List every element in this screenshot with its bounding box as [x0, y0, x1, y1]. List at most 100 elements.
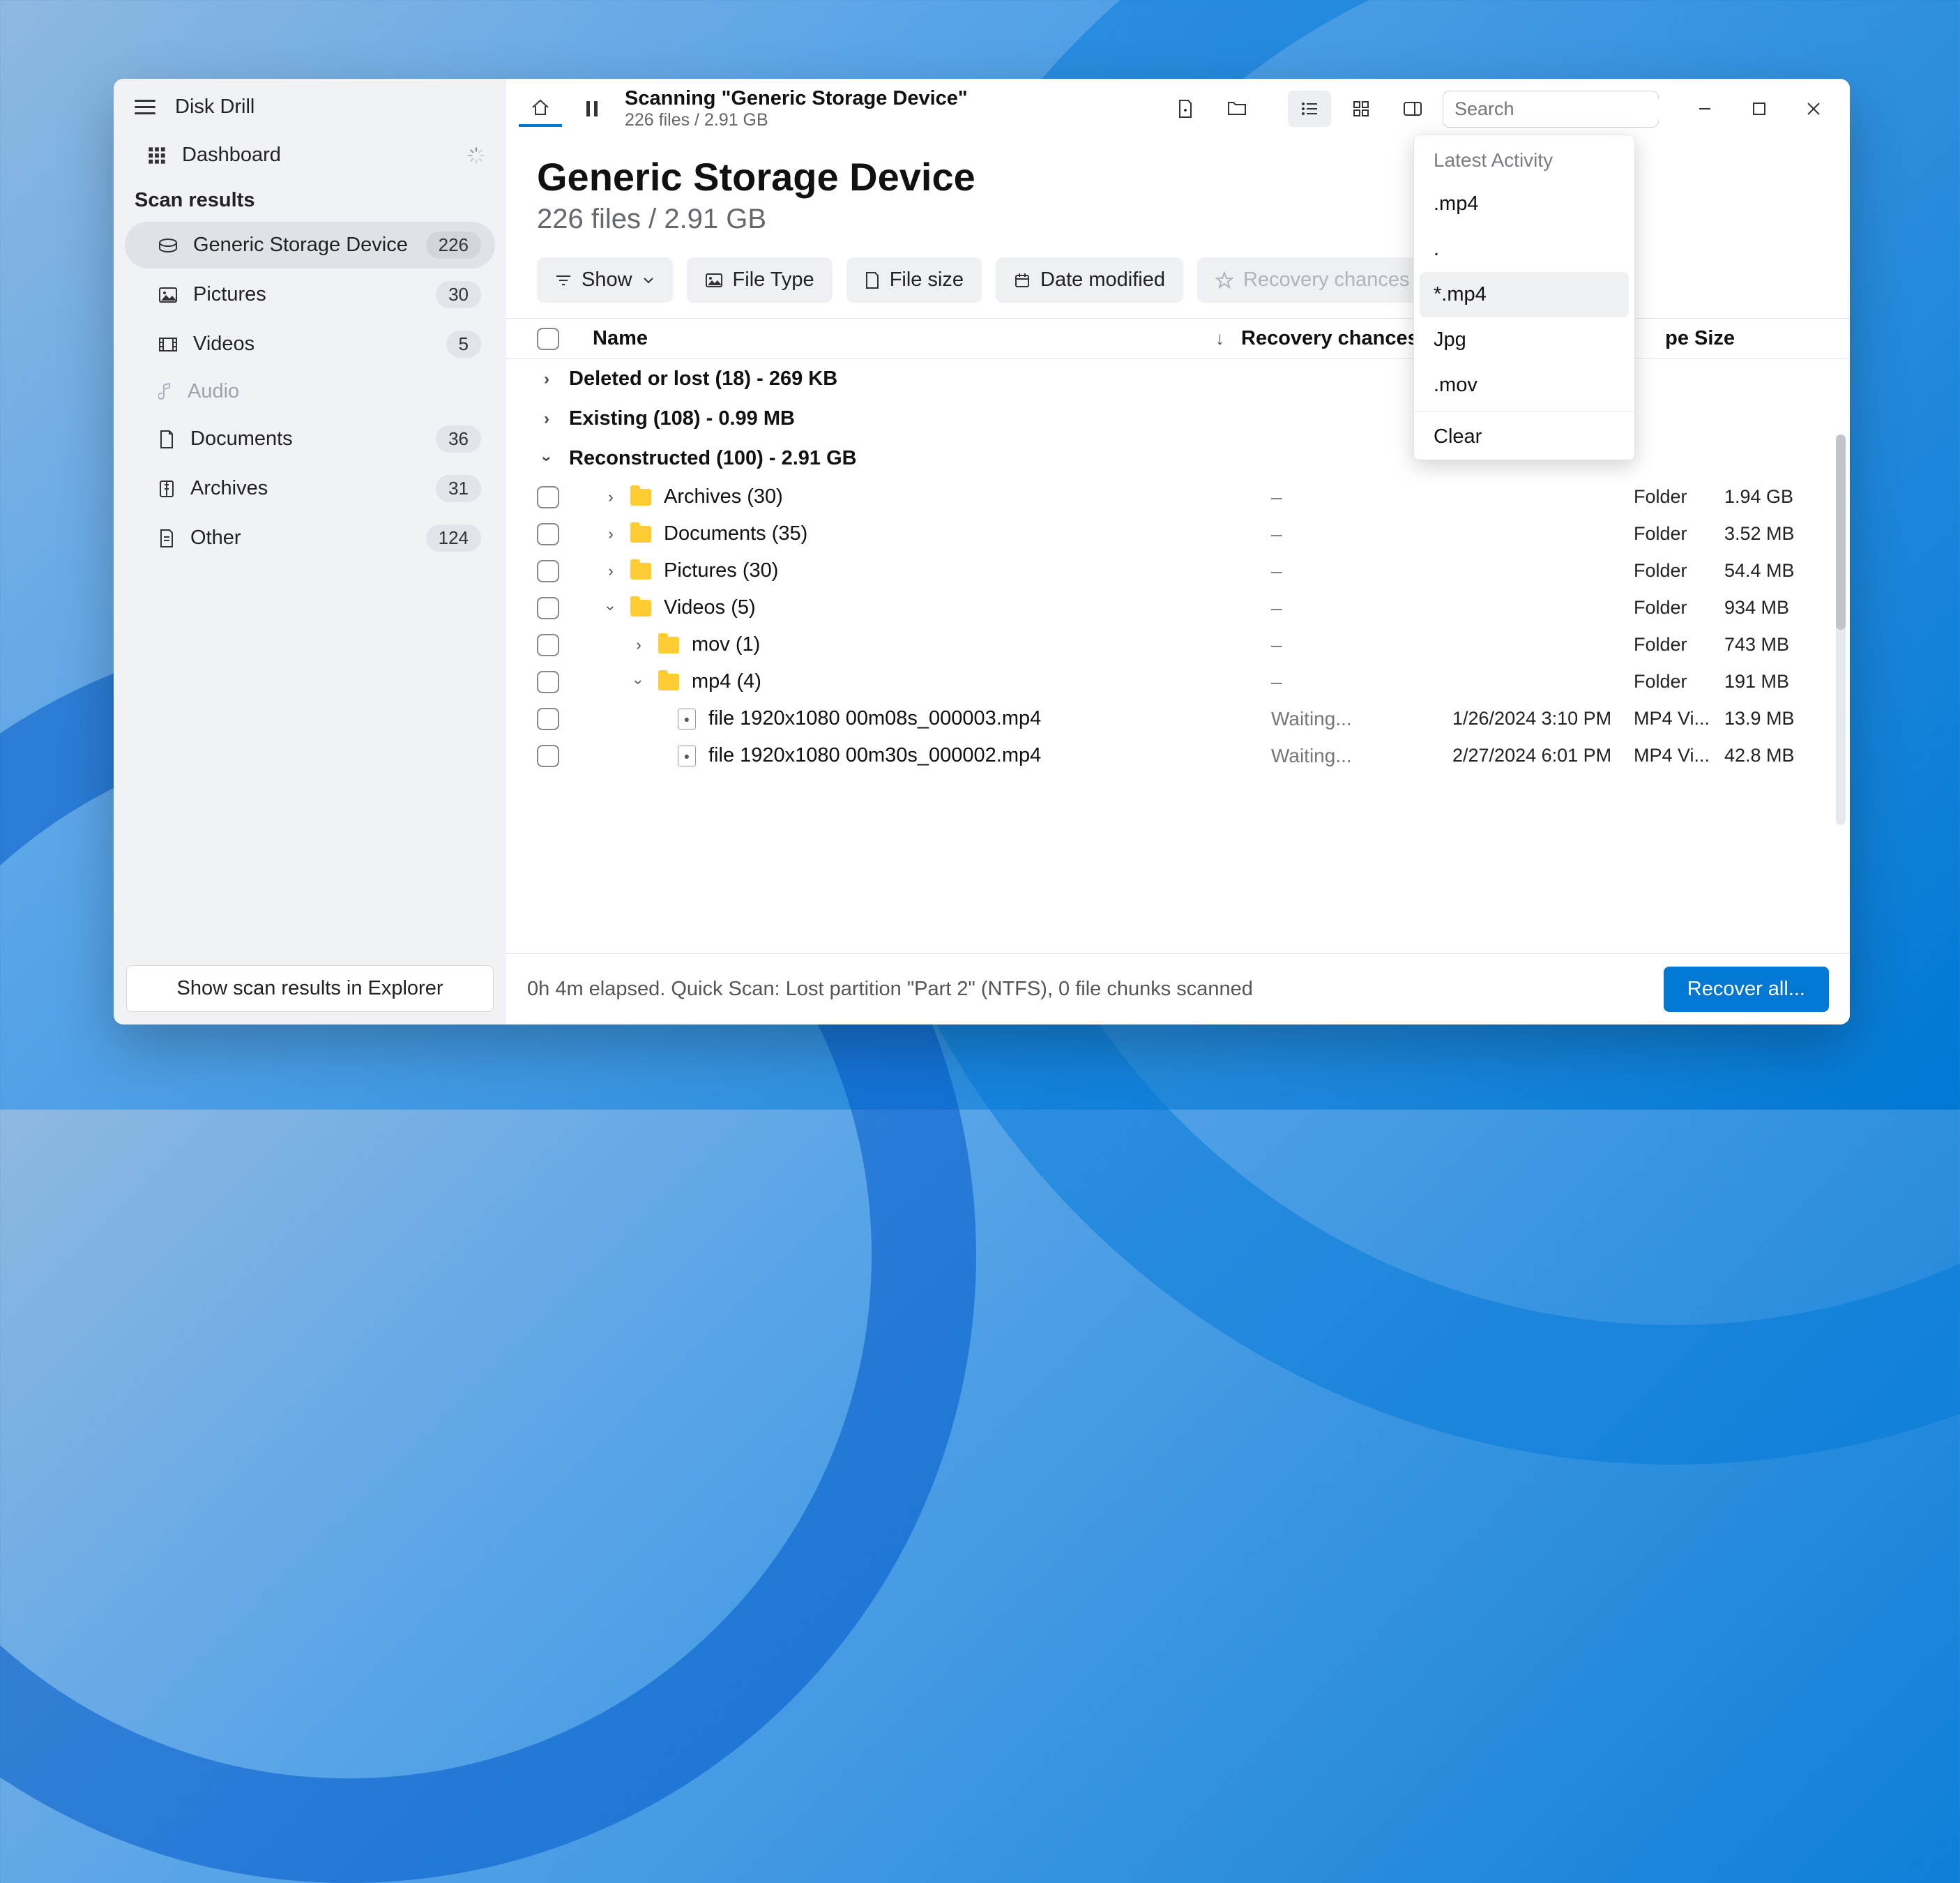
search-box[interactable]: [1443, 91, 1659, 128]
sidebar-item-device[interactable]: Generic Storage Device 226: [125, 222, 495, 269]
folder-button[interactable]: [1215, 91, 1259, 127]
table-row[interactable]: › Videos (5) – Folder 934 MB: [506, 589, 1839, 626]
row-recovery: –: [1271, 486, 1452, 508]
col-name-header[interactable]: Name: [593, 327, 648, 350]
dropdown-item[interactable]: .mp4: [1414, 181, 1634, 227]
device-header: Generic Storage Device 226 files / 2.91 …: [506, 130, 1850, 248]
pause-button[interactable]: [570, 91, 614, 127]
row-checkbox[interactable]: [537, 671, 559, 693]
scrollbar[interactable]: [1836, 434, 1846, 825]
close-button[interactable]: [1804, 99, 1823, 119]
filter-icon: [555, 273, 572, 287]
split-view-button[interactable]: [1391, 91, 1434, 127]
list-icon: [1300, 101, 1319, 116]
select-all-checkbox[interactable]: [537, 328, 559, 350]
row-checkbox[interactable]: [537, 634, 559, 656]
list-view-button[interactable]: [1288, 91, 1331, 127]
maximize-button[interactable]: [1749, 99, 1769, 119]
row-checkbox[interactable]: [537, 745, 559, 767]
search-dropdown: Latest Activity .mp4 . *.mp4 Jpg .mov Cl…: [1413, 135, 1635, 460]
sidebar-badge: 30: [436, 281, 481, 308]
scan-title: Scanning "Generic Storage Device": [625, 87, 968, 110]
row-checkbox[interactable]: [537, 523, 559, 545]
sidebar-item-audio[interactable]: Audio: [125, 370, 495, 413]
chevron-right-icon[interactable]: ›: [629, 636, 648, 654]
group-existing[interactable]: › Existing (108) - 0.99 MB: [506, 399, 1839, 439]
table-row[interactable]: › Documents (35) – Folder 3.52 MB: [506, 515, 1839, 552]
sidebar-item-videos[interactable]: Videos 5: [125, 321, 495, 368]
row-type: Folder: [1634, 634, 1724, 656]
grid-view-button[interactable]: [1339, 91, 1383, 127]
sidebar-item-archives[interactable]: Archives 31: [125, 465, 495, 512]
row-recovery: –: [1271, 560, 1452, 582]
row-type: Folder: [1634, 671, 1724, 693]
show-in-explorer-button[interactable]: Show scan results in Explorer: [126, 965, 494, 1012]
dropdown-item[interactable]: Jpg: [1414, 317, 1634, 363]
chevron-right-icon[interactable]: ›: [601, 562, 621, 580]
audio-icon: [158, 382, 172, 402]
row-checkbox[interactable]: [537, 708, 559, 730]
chevron-right-icon[interactable]: ›: [601, 488, 621, 506]
search-input[interactable]: [1454, 98, 1701, 120]
chevron-down-icon[interactable]: ›: [630, 672, 648, 692]
sidebar-item-other[interactable]: Other 124: [125, 515, 495, 561]
file-list: › Deleted or lost (18) - 269 KB › Existi…: [506, 359, 1850, 953]
row-name: file 1920x1080 00m30s_000002.mp4: [708, 744, 1041, 767]
filter-show[interactable]: Show: [537, 257, 673, 303]
folder-icon: [630, 563, 651, 580]
home-icon: [530, 98, 551, 117]
sidebar-badge: 226: [426, 232, 481, 259]
group-reconstructed[interactable]: › Reconstructed (100) - 2.91 GB: [506, 439, 1839, 478]
sidebar-item-documents[interactable]: Documents 36: [125, 416, 495, 462]
col-recovery-header[interactable]: Recovery chances: [1241, 327, 1422, 350]
table-row[interactable]: › Pictures (30) – Folder 54.4 MB: [506, 552, 1839, 589]
table-row[interactable]: ● file 1920x1080 00m08s_000003.mp4 Waiti…: [506, 700, 1839, 737]
sidebar-badge: 124: [426, 524, 481, 552]
home-button[interactable]: [519, 91, 562, 127]
minimize-button[interactable]: [1695, 99, 1715, 119]
video-file-icon: ●: [678, 746, 696, 766]
column-headers: Name ↓ Recovery chances pe Size: [506, 318, 1850, 359]
table-row[interactable]: › mp4 (4) – Folder 191 MB: [506, 663, 1839, 700]
dashboard-icon: [147, 146, 167, 165]
filter-file-size[interactable]: File size: [846, 257, 982, 303]
sidebar-dashboard[interactable]: Dashboard: [114, 134, 506, 176]
menu-icon[interactable]: [135, 100, 155, 114]
filter-date-modified[interactable]: Date modified: [996, 257, 1183, 303]
row-name: Videos (5): [664, 596, 756, 619]
folder-icon: [630, 489, 651, 506]
table-row[interactable]: › Archives (30) – Folder 1.94 GB: [506, 478, 1839, 515]
dropdown-header: Latest Activity: [1414, 135, 1634, 181]
sidebar-item-pictures[interactable]: Pictures 30: [125, 271, 495, 318]
chevron-right-icon[interactable]: ›: [601, 525, 621, 543]
filter-recovery-chances[interactable]: Recovery chances: [1197, 257, 1428, 303]
scrollbar-thumb[interactable]: [1836, 434, 1846, 630]
grid-icon: [1353, 100, 1369, 117]
dropdown-item[interactable]: .: [1414, 227, 1634, 272]
dropdown-item[interactable]: .mov: [1414, 363, 1634, 408]
col-size-header[interactable]: Size: [1694, 327, 1778, 350]
calendar-icon: [1014, 272, 1031, 289]
dropdown-item[interactable]: *.mp4: [1420, 272, 1629, 317]
chevron-down-icon[interactable]: ›: [602, 598, 620, 618]
row-checkbox[interactable]: [537, 486, 559, 508]
recover-all-button[interactable]: Recover all...: [1664, 967, 1829, 1012]
new-file-button[interactable]: [1164, 91, 1207, 127]
sidebar-item-label: Audio: [188, 380, 481, 403]
table-row[interactable]: ● file 1920x1080 00m30s_000002.mp4 Waiti…: [506, 737, 1839, 774]
row-name: Archives (30): [664, 485, 783, 508]
row-name: file 1920x1080 00m08s_000003.mp4: [708, 707, 1041, 730]
sidebar-badge: 36: [436, 425, 481, 453]
split-icon: [1403, 101, 1422, 116]
archive-icon: [158, 479, 175, 499]
filter-file-type[interactable]: File Type: [687, 257, 833, 303]
row-size: 13.9 MB: [1724, 708, 1808, 729]
dropdown-clear[interactable]: Clear: [1414, 414, 1634, 460]
row-checkbox[interactable]: [537, 597, 559, 619]
table-row[interactable]: › mov (1) – Folder 743 MB: [506, 626, 1839, 663]
group-deleted[interactable]: › Deleted or lost (18) - 269 KB: [506, 359, 1839, 399]
sort-indicator[interactable]: ↓: [1215, 328, 1241, 349]
other-icon: [158, 529, 175, 548]
row-checkbox[interactable]: [537, 560, 559, 582]
filter-label: Show: [582, 269, 632, 292]
